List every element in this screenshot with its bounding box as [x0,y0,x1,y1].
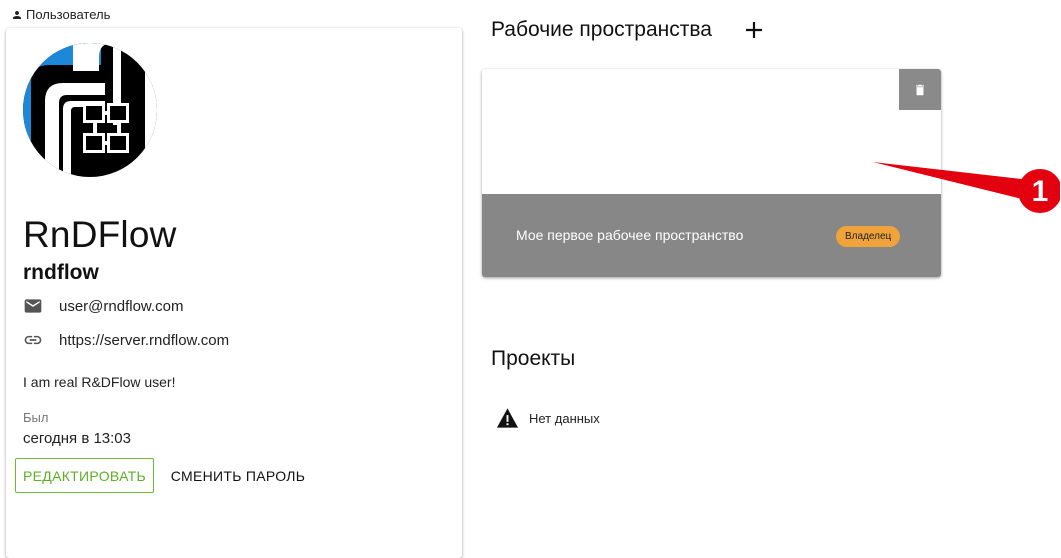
projects-empty-state: Нет данных [496,407,600,429]
last-seen-value: сегодня в 13:03 [23,430,131,447]
projects-title: Проекты [491,347,576,370]
trash-icon [915,84,925,95]
person-icon [13,10,21,19]
workspace-role-badge: Владелец [836,226,901,247]
annotation-callout: 1 [870,158,1061,220]
breadcrumb: Пользователь [11,7,110,22]
workspace-name: Мое первое рабочее пространство [516,227,744,243]
email-row: user@rndflow.com [23,296,183,316]
email-icon [23,296,43,316]
profile-display-name: RnDFlow [23,214,177,255]
workspaces-title: Рабочие пространства [491,18,712,41]
breadcrumb-label: Пользователь [26,7,111,22]
annotation-number: 1 [1032,175,1049,208]
warning-icon [496,408,519,428]
projects-empty-text: Нет данных [529,410,600,426]
change-password-button[interactable]: СМЕНИТЬ ПАРОЛЬ [164,458,312,493]
plus-icon[interactable] [742,18,766,42]
link-icon [23,330,43,350]
last-seen-label: Был [23,410,49,425]
profile-email: user@rndflow.com [59,297,184,315]
profile-bio: I am real R&DFlow user! [23,374,176,390]
profile-username: rndflow [23,261,99,284]
delete-workspace-button[interactable] [899,69,941,110]
edit-profile-button[interactable]: РЕДАКТИРОВАТЬ [15,458,154,493]
avatar [23,43,157,177]
profile-card: RnDFlow rndflow user@rndflow.com https:/… [6,28,462,558]
url-row: https://server.rndflow.com [23,330,229,350]
profile-url[interactable]: https://server.rndflow.com [59,332,229,349]
